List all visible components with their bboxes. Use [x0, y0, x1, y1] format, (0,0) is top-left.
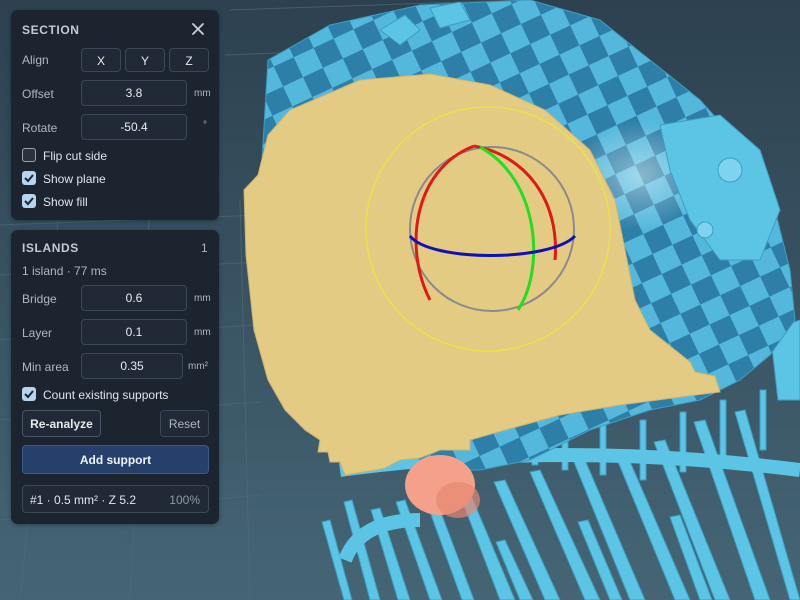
reanalyze-button[interactable]: Re-analyze [22, 410, 101, 437]
align-x-button[interactable]: X [81, 48, 121, 72]
count-existing-supports-checkbox[interactable] [22, 387, 36, 401]
flip-cut-side-checkbox[interactable] [22, 148, 36, 162]
rotate-unit: ° [203, 120, 207, 131]
islands-count: 1 [201, 241, 208, 255]
add-support-button[interactable]: Add support [22, 445, 209, 474]
min-area-label: Min area [22, 360, 69, 374]
offset-unit: mm [194, 88, 211, 99]
bridge-input[interactable]: 0.6 [81, 285, 187, 311]
align-y-button[interactable]: Y [125, 48, 165, 72]
bridge-unit: mm [194, 293, 211, 304]
island-highlight-shadow [436, 482, 480, 518]
island-result-label: #1 · 0.5 mm² · Z 5.2 [30, 493, 137, 507]
count-existing-supports-label[interactable]: Count existing supports [43, 388, 168, 402]
align-label: Align [22, 53, 49, 67]
layer-input[interactable]: 0.1 [81, 319, 187, 345]
section-title: SECTION [22, 23, 80, 37]
rotate-input[interactable]: -50.4 [81, 114, 187, 140]
min-area-unit: mm² [188, 361, 208, 372]
layer-unit: mm [194, 327, 211, 338]
show-plane-label[interactable]: Show plane [43, 172, 106, 186]
min-area-input[interactable]: 0.35 [81, 353, 183, 379]
island-result-item[interactable]: #1 · 0.5 mm² · Z 5.2 100% [22, 485, 209, 513]
reset-button[interactable]: Reset [160, 410, 209, 437]
islands-summary: 1 island · 77 ms [22, 264, 107, 278]
layer-label: Layer [22, 326, 53, 340]
show-plane-checkbox[interactable] [22, 171, 36, 185]
islands-title: ISLANDS [22, 241, 79, 255]
align-z-button[interactable]: Z [169, 48, 209, 72]
islands-panel: ISLANDS 1 1 island · 77 ms Bridge 0.6 mm… [11, 230, 219, 524]
offset-input[interactable]: 3.8 [81, 80, 187, 106]
flip-cut-side-label[interactable]: Flip cut side [43, 149, 107, 163]
bridge-label: Bridge [22, 292, 57, 306]
show-fill-label[interactable]: Show fill [43, 195, 88, 209]
checkmark-icon [24, 390, 34, 399]
close-icon[interactable] [191, 22, 205, 36]
offset-label: Offset [22, 87, 54, 101]
section-panel: SECTION Align X Y Z Offset 3.8 mm Rotate… [11, 10, 219, 220]
checkmark-icon [24, 197, 34, 206]
rotate-label: Rotate [22, 121, 58, 135]
checkmark-icon [24, 174, 34, 183]
show-fill-checkbox[interactable] [22, 194, 36, 208]
island-result-percent: 100% [169, 493, 200, 507]
